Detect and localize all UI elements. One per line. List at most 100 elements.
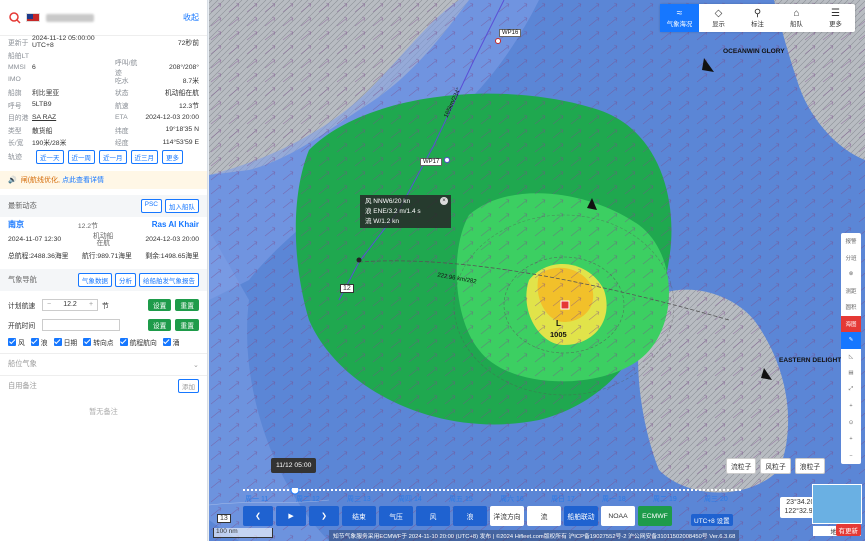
locate-icon[interactable]: ⊙ bbox=[841, 415, 861, 432]
ship-weather-section[interactable]: 船位气象 ⌄ bbox=[0, 352, 207, 375]
waypoint-12[interactable]: 12 bbox=[340, 284, 354, 293]
current-direction-button[interactable]: 洋流方向 bbox=[490, 506, 524, 526]
info-row: 类型 散货船 纬度 19°18'35 N bbox=[0, 124, 207, 137]
day-label[interactable]: 周四 14 bbox=[398, 494, 422, 504]
noaa-button[interactable]: NOAA bbox=[601, 506, 635, 526]
ship-label-eastern[interactable]: EASTERN DELIGHT bbox=[779, 357, 841, 364]
start-time-input[interactable] bbox=[42, 318, 120, 331]
send-report-button[interactable]: 给船舶发气象报告 bbox=[139, 272, 199, 287]
prev-button[interactable]: ❮ bbox=[243, 506, 273, 526]
from-port[interactable]: 南京 bbox=[8, 219, 24, 230]
analysis-button[interactable]: 分析 bbox=[115, 272, 136, 287]
swell-checkbox[interactable]: 涌 bbox=[162, 337, 180, 347]
speed-set-button[interactable]: 设置 bbox=[147, 298, 172, 311]
forecast-timeline[interactable]: 周一 11 周二 12 周三 13 周四 14 周五 15 周六 16 周日 1… bbox=[243, 488, 753, 503]
add-note-button[interactable]: 添加 bbox=[178, 379, 199, 393]
timezone-button[interactable]: UTC+8 设置 bbox=[691, 514, 733, 526]
plan-speed-value[interactable]: 12.2 bbox=[55, 301, 85, 308]
info-row: MMSI 6 呼叫/航迹 208°/208° bbox=[0, 60, 207, 77]
track-1week-button[interactable]: 近一周 bbox=[67, 149, 95, 164]
day-label[interactable]: 周一 11 bbox=[245, 494, 268, 504]
weather-tool[interactable]: ≈ 气象海况 bbox=[660, 4, 699, 32]
track-label: 轨迹 bbox=[8, 153, 22, 161]
fleet-tool[interactable]: ⌂ 船队 bbox=[777, 4, 816, 32]
end-button[interactable]: 结束 bbox=[342, 506, 376, 526]
course-checkbox[interactable]: 航程航向 bbox=[119, 337, 157, 347]
ship-link-button[interactable]: 船舶联动 bbox=[564, 506, 598, 526]
ruler-icon[interactable]: ◺ bbox=[841, 349, 861, 366]
waypoint-wp16[interactable]: WP16 bbox=[499, 29, 522, 37]
time-set-button[interactable]: 设置 bbox=[147, 318, 172, 331]
current-button[interactable]: 流 bbox=[527, 506, 561, 526]
speed-reset-button[interactable]: 重置 bbox=[175, 298, 199, 311]
info-row: 船舶LT bbox=[0, 49, 207, 62]
to-port[interactable]: Ras Al Khair bbox=[152, 220, 199, 229]
close-icon[interactable]: × bbox=[440, 197, 448, 205]
plus-icon[interactable]: + bbox=[85, 301, 97, 308]
play-button[interactable]: ▶ bbox=[276, 506, 306, 526]
more-tool[interactable]: ☰ 更多 bbox=[816, 4, 855, 32]
day-label[interactable]: 周一 18 bbox=[602, 494, 626, 504]
info-key-2: ETA bbox=[115, 113, 128, 121]
zoom-out-icon[interactable]: − bbox=[841, 448, 861, 465]
day-label[interactable]: 周三 20 bbox=[704, 494, 728, 504]
day-label[interactable]: 周日 17 bbox=[551, 494, 575, 504]
info-key-2: 状态 bbox=[115, 90, 129, 98]
track-more-button[interactable]: 更多 bbox=[162, 149, 183, 164]
time-reset-button[interactable]: 重置 bbox=[175, 318, 199, 331]
wave-checkbox[interactable]: 浪 bbox=[30, 337, 48, 347]
shift-tool[interactable]: 分班 bbox=[841, 250, 861, 267]
track-1month-button[interactable]: 近一月 bbox=[99, 149, 127, 164]
add-fleet-button[interactable]: 加入船队 bbox=[165, 198, 199, 213]
wave-particle-button[interactable]: 浪粒子 bbox=[794, 458, 826, 474]
plan-speed-stepper[interactable]: − 12.2 + bbox=[42, 298, 98, 311]
track-1day-button[interactable]: 近一天 bbox=[36, 149, 64, 164]
legend-icon[interactable]: ▤ bbox=[841, 365, 861, 382]
info-value[interactable]: SA RAZ bbox=[32, 114, 115, 121]
minus-icon[interactable]: − bbox=[43, 301, 55, 308]
waypoint-wp17[interactable]: WP17 bbox=[420, 158, 443, 166]
day-label[interactable]: 周二 12 bbox=[296, 494, 320, 504]
pressure-button[interactable]: 气压 bbox=[379, 506, 413, 526]
weather-data-button[interactable]: 气象数据 bbox=[78, 272, 112, 287]
ecmwf-button[interactable]: ECMWF bbox=[638, 506, 672, 526]
minimap[interactable]: 地图 bbox=[812, 484, 862, 536]
notice-text: 闸(航线优化, bbox=[20, 176, 60, 184]
clear-tool[interactable]: ⊗ bbox=[841, 266, 861, 283]
day-label[interactable]: 周五 15 bbox=[449, 494, 473, 504]
turnpoint-checkbox[interactable]: 转向点 bbox=[83, 337, 114, 347]
map-canvas[interactable]: WP16 WP17 12 13 OCEANWIN GLORY EASTERN D… bbox=[209, 0, 865, 541]
ship-label-oceanwin[interactable]: OCEANWIN GLORY bbox=[723, 48, 785, 55]
mark-tool[interactable]: ⚲ 标注 bbox=[738, 4, 777, 32]
day-label[interactable]: 周三 13 bbox=[347, 494, 371, 504]
display-options: 风 浪 日期 转向点 航程航向 涌 bbox=[0, 335, 207, 349]
fullscreen-icon[interactable]: ⤢ bbox=[841, 382, 861, 399]
chart-tool[interactable]: 海图 bbox=[841, 315, 861, 332]
wind-particle-button[interactable]: 风粒子 bbox=[760, 458, 791, 474]
wind-button[interactable]: 风 bbox=[416, 506, 450, 526]
chevron-down-icon[interactable]: ⌄ bbox=[193, 360, 199, 369]
start-time-label: 开航时间 bbox=[8, 322, 36, 330]
display-tool[interactable]: ◇ 显示 bbox=[699, 4, 738, 32]
add-icon[interactable]: + bbox=[841, 398, 861, 415]
update-badge[interactable]: 有更新 bbox=[835, 524, 861, 536]
current-particle-button[interactable]: 流粒子 bbox=[726, 458, 757, 474]
psc-button[interactable]: PSC bbox=[140, 198, 162, 213]
alarm-tool[interactable]: 报警 bbox=[841, 233, 861, 250]
next-button[interactable]: ❯ bbox=[309, 506, 339, 526]
notice-link[interactable]: 点此查看详情 bbox=[62, 175, 104, 185]
wave-button[interactable]: 浪 bbox=[453, 506, 487, 526]
day-label[interactable]: 周六 16 bbox=[500, 494, 524, 504]
area-tool[interactable]: 圆积 bbox=[841, 299, 861, 316]
wind-checkbox[interactable]: 风 bbox=[8, 337, 25, 347]
info-row: 目的港 SA RAZ ETA 2024-12-03 20:00 bbox=[0, 111, 207, 124]
pencil-icon[interactable]: ✎ bbox=[841, 332, 861, 349]
day-label[interactable]: 周二 19 bbox=[653, 494, 677, 504]
date-checkbox[interactable]: 日期 bbox=[53, 337, 77, 347]
collapse-button[interactable]: 收起 bbox=[183, 12, 199, 23]
zoom-in-icon[interactable]: + bbox=[841, 431, 861, 448]
waypoint-13[interactable]: 13 bbox=[217, 514, 231, 523]
warning-icon[interactable] bbox=[8, 11, 22, 25]
track-3month-button[interactable]: 近三月 bbox=[130, 149, 158, 164]
measure-tool[interactable]: 测距 bbox=[841, 283, 861, 300]
